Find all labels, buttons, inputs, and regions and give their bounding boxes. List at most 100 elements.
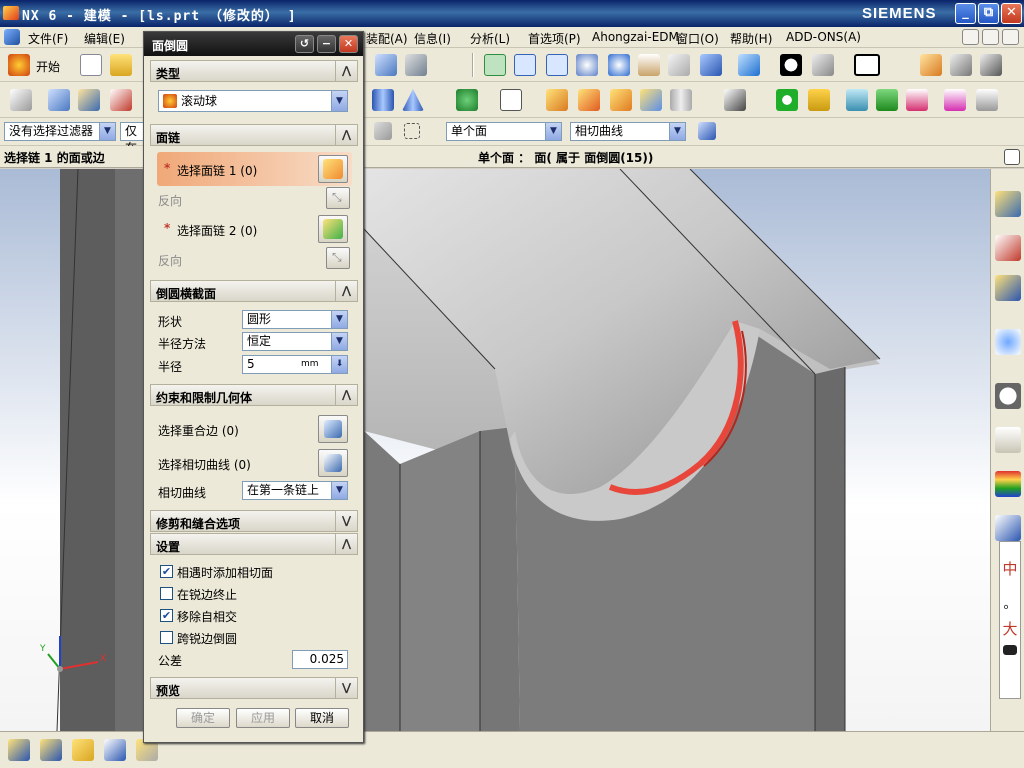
palette-icon[interactable] [995, 471, 1021, 497]
remove-self-intersection-label[interactable]: 移除自相交 [177, 608, 237, 625]
section-type[interactable]: 类型 ⋀ [150, 60, 358, 82]
section-settings[interactable]: 设置 ⋀ [150, 533, 358, 555]
nut-icon[interactable] [776, 89, 798, 111]
radius-options-icon[interactable]: ⬇ [331, 356, 347, 373]
type-filter-select[interactable]: 没有选择过滤器 ▼ [4, 122, 116, 141]
roles-icon[interactable] [995, 515, 1021, 541]
minimize-button[interactable]: _ [955, 3, 976, 24]
blend-across-sharp-edge-label[interactable]: 跨锐边倒圆 [177, 630, 237, 647]
menu-window[interactable]: 窗口(O) [676, 30, 719, 47]
menu-analysis[interactable]: 分析(L) [470, 30, 510, 47]
tangent-curves-label[interactable]: 选择相切曲线 (0) [158, 456, 251, 473]
remove-self-intersection-checkbox[interactable]: ✔ [160, 609, 173, 622]
tslot-icon[interactable] [876, 89, 898, 111]
tolerance-input[interactable]: 0.025 [292, 650, 348, 669]
new-file-icon[interactable] [80, 54, 102, 76]
reverse-2-button[interactable]: ⤡ [326, 247, 350, 269]
chevron-down-icon[interactable]: ⋁ [335, 511, 357, 531]
chevron-up-icon[interactable]: ⋀ [335, 61, 357, 81]
cylinder-icon[interactable] [372, 89, 394, 111]
cone-icon[interactable] [402, 89, 424, 111]
system-materials-icon[interactable] [995, 427, 1021, 453]
array-component-icon[interactable] [72, 739, 94, 761]
start-button-label[interactable]: 开始 [36, 58, 60, 75]
chevron-up-icon[interactable]: ⋀ [335, 281, 357, 301]
select-coincident-edge-button[interactable] [318, 415, 348, 443]
rectangle-select-icon[interactable] [404, 123, 420, 139]
select-face-2-button[interactable] [318, 215, 348, 243]
menu-info[interactable]: 信息(I) [414, 30, 451, 47]
menu-addons[interactable]: ADD-ONS(A) [786, 30, 861, 44]
radius-value[interactable]: 5 [247, 357, 255, 371]
chevron-up-icon[interactable]: ⋀ [335, 534, 357, 554]
menu-ahongzai-edm[interactable]: Ahongzai-EDM [592, 30, 679, 44]
add-component-icon[interactable] [8, 739, 30, 761]
menu-edit[interactable]: 编辑(E) [84, 30, 125, 47]
layer-icon[interactable] [405, 54, 427, 76]
refresh-icon[interactable] [484, 54, 506, 76]
section-constraints[interactable]: 约束和限制几何体 ⋀ [150, 384, 358, 406]
frame-icon[interactable] [944, 89, 966, 111]
menu-help[interactable]: 帮助(H) [730, 30, 772, 47]
ok-button[interactable]: 确定 [176, 708, 230, 728]
close-button[interactable]: ✕ [1001, 3, 1022, 24]
measure-icon[interactable] [950, 54, 972, 76]
nx-app-icon[interactable] [3, 6, 19, 20]
pan-icon[interactable] [638, 54, 660, 76]
chevron-up-icon[interactable]: ⋀ [335, 125, 357, 145]
ime-bar[interactable]: 中 。 大 [999, 541, 1021, 699]
chevron-up-icon[interactable]: ⋀ [335, 385, 357, 405]
collapse-icon[interactable]: − [317, 35, 336, 53]
start-icon[interactable] [8, 54, 30, 76]
fullscreen-icon[interactable] [1004, 149, 1020, 165]
sweep-icon[interactable] [110, 89, 132, 111]
radius-method-select[interactable]: 恒定 ▼ [242, 332, 348, 351]
display-mode-icon[interactable] [780, 54, 802, 76]
wingnut-icon[interactable] [808, 89, 830, 111]
shaded-cube-icon[interactable] [738, 54, 760, 76]
ime-mode-char[interactable]: 中 [1000, 558, 1020, 579]
pi-icon[interactable] [906, 89, 928, 111]
maximize-button[interactable]: ⧉ [978, 3, 999, 24]
face-chain-1-row[interactable]: * 选择面链 1 (0) [157, 152, 352, 186]
zoom-icon[interactable] [576, 54, 598, 76]
end-at-sharp-edge-label[interactable]: 在锐边终止 [177, 586, 237, 603]
coincident-edges-label[interactable]: 选择重合边 (0) [158, 422, 239, 439]
reuse-library-icon[interactable] [995, 329, 1021, 355]
menu-assembly[interactable]: 装配(A) [366, 30, 408, 47]
select-face-1-button[interactable] [318, 155, 348, 183]
select-tangent-curve-button[interactable] [318, 449, 348, 477]
doc-restore-icon[interactable] [982, 29, 999, 45]
doc-close-icon[interactable] [1002, 29, 1019, 45]
edit-tool-icon[interactable] [375, 54, 397, 76]
tangent-curve-select[interactable]: 在第一条链上 ▼ [242, 481, 348, 500]
bolt-icon[interactable] [846, 89, 868, 111]
end-at-sharp-edge-checkbox[interactable] [160, 587, 173, 600]
reverse-1-button[interactable]: ⤡ [326, 187, 350, 209]
radius-input[interactable]: 5 mm ⬇ [242, 355, 348, 374]
standard-part-icon[interactable] [976, 89, 998, 111]
menu-preferences[interactable]: 首选项(P) [528, 30, 581, 47]
zoom-window-icon[interactable] [546, 54, 568, 76]
doc-minimize-icon[interactable] [962, 29, 979, 45]
analysis-icon[interactable] [920, 54, 942, 76]
ime-punct-char[interactable]: 。 [1000, 593, 1020, 612]
constraint-navigator-icon[interactable] [995, 235, 1021, 261]
keyboard-icon[interactable] [1003, 645, 1017, 655]
blend-across-sharp-edge-checkbox[interactable] [160, 631, 173, 644]
shape-select[interactable]: 圆形 ▼ [242, 310, 348, 329]
section-face-chain[interactable]: 面链 ⋀ [150, 124, 358, 146]
rotate-icon[interactable] [608, 54, 630, 76]
cancel-button[interactable]: 取消 [295, 708, 349, 728]
revolve-icon[interactable] [78, 89, 100, 111]
scope-select[interactable]: 仅在 [120, 122, 144, 155]
extrude-icon[interactable] [48, 89, 70, 111]
edge-blend-icon[interactable] [546, 89, 568, 111]
section-view-icon[interactable] [812, 54, 834, 76]
add-tangent-faces-checkbox[interactable]: ✔ [160, 565, 173, 578]
ime-width-char[interactable]: 大 [1000, 618, 1020, 639]
history-icon[interactable] [995, 383, 1021, 409]
chevron-down-icon[interactable]: ⋁ [335, 678, 357, 698]
face-chain-2-label[interactable]: 选择面链 2 (0) [177, 222, 257, 239]
section-cross-section[interactable]: 倒圆横截面 ⋀ [150, 280, 358, 302]
